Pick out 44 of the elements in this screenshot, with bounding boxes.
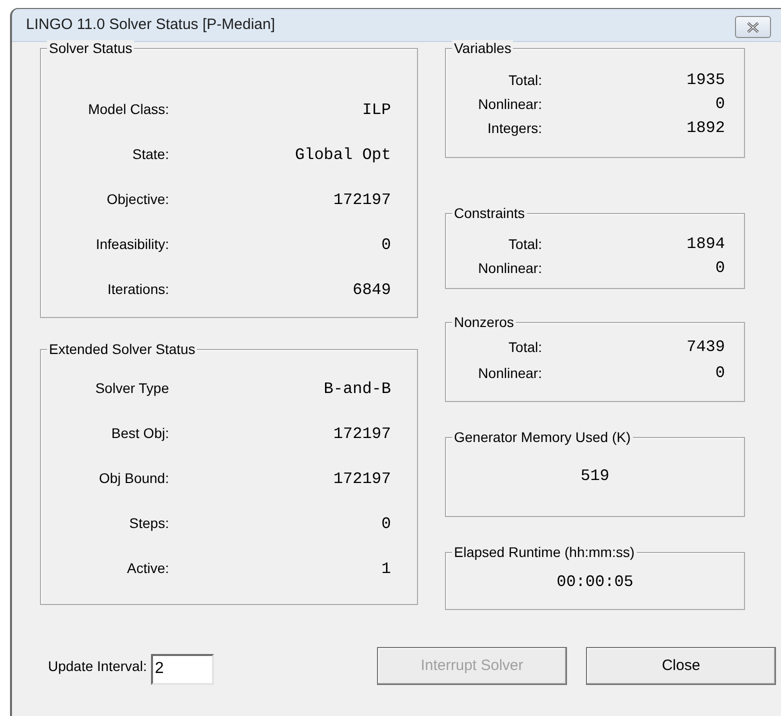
field-label: Nonlinear: (477, 364, 542, 382)
field-value: 1892 (686, 118, 725, 139)
window-title: LINGO 11.0 Solver Status [P-Median] (26, 14, 276, 35)
field-value: 172197 (333, 424, 391, 444)
field-label: Solver Type (94, 379, 169, 398)
field-label: Active: (126, 559, 169, 578)
field-label: Infeasibility: (94, 235, 169, 254)
field-label: Total: (508, 338, 542, 356)
field-label: Total: (508, 70, 542, 90)
field-value: 519 (580, 466, 610, 486)
input-field[interactable]: 2 (150, 654, 214, 684)
dialog-button[interactable]: Close (586, 647, 776, 685)
field-value: 0 (715, 258, 725, 279)
field-label: State: (131, 145, 169, 164)
field-label: Integers: (486, 118, 542, 138)
field-value: 0 (715, 363, 725, 384)
close-icon (746, 22, 760, 32)
field-label: Model Class: (87, 100, 169, 119)
group-title: Generator Memory Used (K) (452, 429, 633, 446)
field-value: 0 (715, 94, 725, 115)
field-label: Best Obj: (110, 424, 169, 443)
field-label: Nonlinear: (477, 258, 542, 278)
field-label: Steps: (128, 514, 169, 533)
field-value: B-and-B (324, 378, 391, 400)
close-button[interactable] (735, 16, 771, 38)
field-value: 7439 (686, 337, 725, 358)
field-value: 0 (381, 234, 391, 256)
field-label: Obj Bound: (98, 469, 169, 488)
field-value: 0 (381, 514, 391, 534)
field-value: 1 (381, 558, 391, 580)
field-value: 1894 (686, 234, 725, 255)
field-value: 172197 (333, 190, 391, 210)
field-label: Objective: (106, 190, 169, 209)
field-label: Total: (508, 234, 542, 254)
field-label: Update Interval: (48, 656, 147, 676)
group-title: Elapsed Runtime (hh:mm:ss) (452, 544, 637, 561)
field-value: ILP (362, 100, 391, 120)
field-value: 1935 (686, 70, 725, 91)
field-value: Global Opt (294, 144, 391, 166)
field-value: 172197 (333, 468, 391, 490)
field-value: 6849 (352, 280, 391, 300)
field-value: 00:00:05 (556, 572, 634, 592)
field-label: Nonlinear: (477, 94, 542, 114)
field-label: Iterations: (106, 280, 169, 299)
